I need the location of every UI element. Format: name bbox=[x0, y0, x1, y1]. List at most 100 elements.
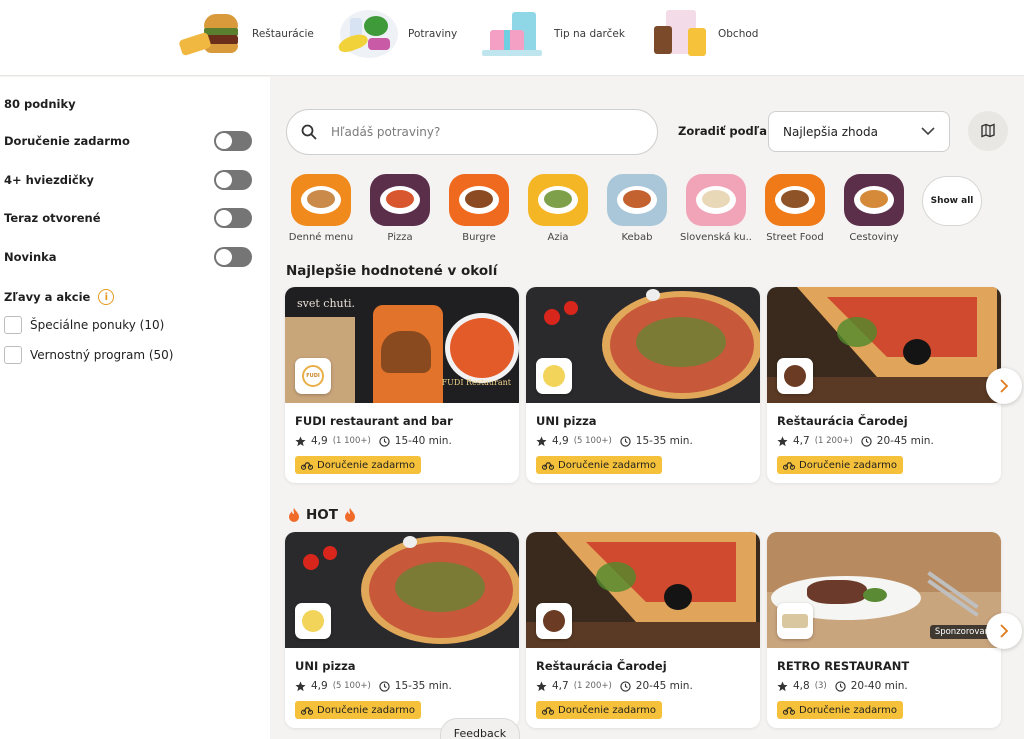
top-category-gift[interactable]: Tip na darček bbox=[480, 6, 625, 62]
hot-label: HOT bbox=[306, 507, 338, 523]
restaurant-meta: 4,9 (1 100+) 15-40 min. bbox=[295, 435, 452, 447]
restaurant-logo bbox=[536, 603, 572, 639]
restaurant-name: FUDI restaurant and bar bbox=[295, 414, 453, 428]
restaurant-logo bbox=[777, 603, 813, 639]
category-kebab[interactable]: Kebab bbox=[601, 174, 673, 243]
bicycle-icon bbox=[301, 461, 313, 470]
rating-count: (1 200+) bbox=[573, 681, 612, 691]
restaurant-card[interactable]: Reštaurácia Čarodej 4,7 (1 200+) 20-45 m… bbox=[767, 287, 1001, 483]
free-delivery-toggle[interactable] bbox=[214, 131, 252, 151]
clock-icon bbox=[861, 435, 872, 447]
rating-count: (1 200+) bbox=[814, 436, 853, 446]
filter-new: Novinka bbox=[4, 246, 252, 268]
new-toggle[interactable] bbox=[214, 247, 252, 267]
restaurant-logo: FUDI bbox=[295, 358, 331, 394]
category-label: Ázia bbox=[547, 232, 569, 243]
category-label: Pizza bbox=[387, 232, 413, 243]
top-category-label: Tip na darček bbox=[554, 28, 625, 40]
restaurant-card[interactable]: UNI pizza 4,9 (5 100+) 15-35 min. Doruče… bbox=[285, 532, 519, 728]
rating-value: 4,9 bbox=[311, 680, 328, 692]
star-icon bbox=[295, 680, 306, 691]
rating-count: (5 100+) bbox=[573, 436, 612, 446]
search-input[interactable] bbox=[331, 125, 611, 139]
carousel-next-button[interactable] bbox=[986, 613, 1022, 649]
loyalty-program-option[interactable]: Vernostný program (50) bbox=[4, 346, 173, 364]
chevron-down-icon bbox=[921, 127, 935, 136]
category-pizza[interactable]: Pizza bbox=[364, 174, 436, 243]
free-delivery-badge: Doručenie zadarmo bbox=[295, 701, 422, 719]
pizza-icon bbox=[370, 174, 430, 226]
show-all-button[interactable]: Show all bbox=[922, 176, 982, 226]
filter-free-delivery: Doručenie zadarmo bbox=[4, 130, 252, 152]
info-icon[interactable]: i bbox=[98, 289, 115, 305]
rating-value: 4,7 bbox=[793, 435, 810, 447]
sort-select[interactable]: Najlepšia zhoda bbox=[768, 111, 950, 152]
special-offers-checkbox[interactable] bbox=[4, 316, 22, 334]
category-label: Slovenská ku... bbox=[680, 232, 752, 243]
category-slovak-cuisine[interactable]: Slovenská ku... bbox=[680, 174, 752, 243]
restaurant-card[interactable]: Reštaurácia Čarodej 4,7 (1 200+) 20-45 m… bbox=[526, 532, 760, 728]
rating-value: 4,7 bbox=[552, 680, 569, 692]
category-label: Street Food bbox=[766, 232, 824, 243]
open-now-toggle[interactable] bbox=[214, 208, 252, 228]
star-icon bbox=[777, 680, 788, 691]
delivery-time: 20-45 min. bbox=[876, 435, 934, 447]
filter-open-now: Teraz otvorené bbox=[4, 207, 252, 229]
restaurant-card[interactable]: Sponzorovan RETRO RESTAURANT 4,8 (3) 20-… bbox=[767, 532, 1001, 728]
free-delivery-badge: Doručenie zadarmo bbox=[777, 701, 904, 719]
restaurant-card[interactable]: UNI pizza 4,9 (5 100+) 15-35 min. Doruče… bbox=[526, 287, 760, 483]
loyalty-program-checkbox[interactable] bbox=[4, 346, 22, 364]
restaurant-name: UNI pizza bbox=[536, 414, 597, 428]
shop-bag-icon bbox=[644, 8, 710, 60]
badge-label: Doručenie zadarmo bbox=[799, 459, 898, 471]
bicycle-icon bbox=[542, 706, 554, 715]
restaurant-meta: 4,9 (5 100+) 15-35 min. bbox=[295, 680, 452, 692]
restaurant-meta: 4,8 (3) 20-40 min. bbox=[777, 680, 908, 692]
special-offers-option[interactable]: Špeciálne ponuky (10) bbox=[4, 316, 164, 334]
restaurant-meta: 4,7 (1 200+) 20-45 min. bbox=[536, 680, 693, 692]
burger-icon bbox=[449, 174, 509, 226]
top-category-label: Reštaurácie bbox=[252, 28, 314, 40]
star-icon bbox=[536, 435, 547, 446]
four-stars-toggle[interactable] bbox=[214, 170, 252, 190]
slovak-food-icon bbox=[686, 174, 746, 226]
category-pasta[interactable]: Cestoviny bbox=[838, 174, 910, 243]
category-street-food[interactable]: Street Food bbox=[759, 174, 831, 243]
restaurant-card[interactable]: svet chuti. FUDI Restaurant FUDI FUDI re… bbox=[285, 287, 519, 483]
restaurant-name: Reštaurácia Čarodej bbox=[536, 659, 667, 673]
flame-icon bbox=[289, 508, 299, 522]
category-burgers[interactable]: Burgre bbox=[443, 174, 515, 243]
filter-label: Novinka bbox=[4, 250, 57, 264]
carousel-next-button[interactable] bbox=[986, 368, 1022, 404]
street-food-icon bbox=[765, 174, 825, 226]
category-label: Burgre bbox=[462, 232, 496, 243]
bicycle-icon bbox=[542, 461, 554, 470]
filter-label: 4+ hviezdičky bbox=[4, 173, 94, 187]
checkbox-label: Špeciálne ponuky (10) bbox=[30, 318, 165, 332]
gift-icon bbox=[480, 8, 546, 60]
restaurant-logo bbox=[536, 358, 572, 394]
free-delivery-badge: Doručenie zadarmo bbox=[295, 456, 422, 474]
filter-sidebar: 80 podniky Doručenie zadarmo 4+ hviezdič… bbox=[0, 77, 270, 739]
top-category-groceries[interactable]: Potraviny bbox=[334, 6, 457, 62]
search-box[interactable] bbox=[286, 109, 658, 155]
clock-icon bbox=[620, 680, 631, 692]
chevron-right-icon bbox=[999, 624, 1008, 638]
groceries-icon bbox=[334, 8, 400, 60]
star-icon bbox=[777, 435, 788, 446]
feedback-button[interactable]: Feedback bbox=[440, 718, 520, 739]
checkbox-label: Vernostný program (50) bbox=[30, 348, 174, 362]
top-category-restaurants[interactable]: Reštaurácie bbox=[178, 6, 314, 62]
star-icon bbox=[295, 435, 306, 446]
badge-label: Doručenie zadarmo bbox=[799, 704, 898, 716]
category-asia[interactable]: Ázia bbox=[522, 174, 594, 243]
map-view-button[interactable] bbox=[968, 111, 1008, 151]
top-category-shop[interactable]: Obchod bbox=[644, 6, 758, 62]
rating-value: 4,9 bbox=[311, 435, 328, 447]
hot-heading: HOT bbox=[288, 507, 356, 523]
category-daily-menu[interactable]: Denné menu bbox=[285, 174, 357, 243]
restaurant-meta: 4,9 (5 100+) 15-35 min. bbox=[536, 435, 693, 447]
category-label: Cestoviny bbox=[849, 232, 899, 243]
clock-icon bbox=[379, 680, 390, 692]
search-icon bbox=[301, 124, 317, 140]
